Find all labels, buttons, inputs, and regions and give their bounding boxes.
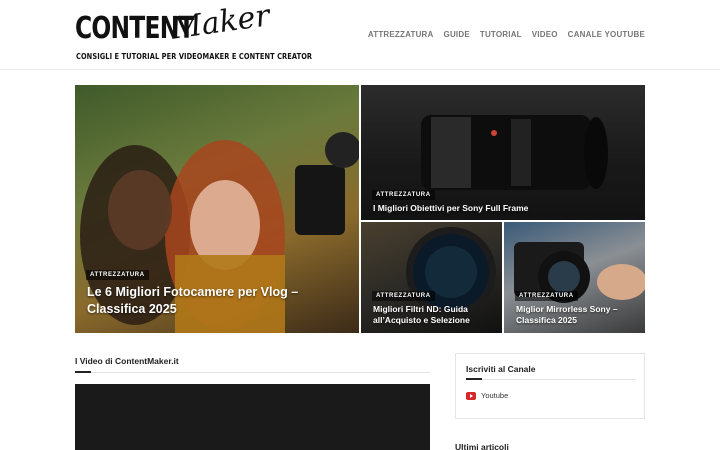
- site-header: CONTENT Maker CONSIGLI E TUTORIAL PER VI…: [0, 0, 720, 70]
- category-badge[interactable]: ATTREZZATURA: [515, 291, 578, 301]
- category-badge[interactable]: ATTREZZATURA: [372, 190, 435, 200]
- main-nav: ATTREZZATURA GUIDE TUTORIAL VIDEO CANALE…: [368, 30, 645, 39]
- nav-item-attrezzatura[interactable]: ATTREZZATURA: [368, 30, 434, 39]
- widget-title: Iscriviti al Canale: [466, 364, 536, 374]
- latest-articles-title: Ultimi articoli: [455, 442, 509, 450]
- logo-tagline: CONSIGLI E TUTORIAL PER VIDEOMAKER E CON…: [76, 52, 313, 61]
- category-badge[interactable]: ATTREZZATURA: [372, 291, 435, 301]
- youtube-link[interactable]: Youtube: [466, 391, 508, 400]
- site-logo[interactable]: CONTENT Maker CONSIGLI E TUTORIAL PER VI…: [75, 0, 312, 64]
- featured-post-sony-lenses[interactable]: ATTREZZATURA I Migliori Obiettivi per So…: [361, 85, 645, 220]
- post-title[interactable]: I Migliori Obiettivi per Sony Full Frame: [373, 203, 637, 214]
- category-badge[interactable]: ATTREZZATURA: [86, 270, 149, 280]
- nav-item-guide[interactable]: GUIDE: [444, 30, 470, 39]
- featured-post-nd-filters[interactable]: ATTREZZATURA Migliori Filtri ND: Guida a…: [361, 222, 502, 333]
- videos-section-title: I Video di ContentMaker.it: [75, 356, 179, 366]
- nav-item-tutorial[interactable]: TUTORIAL: [480, 30, 522, 39]
- youtube-icon: [466, 391, 476, 400]
- post-title[interactable]: Miglior Mirrorless Sony – Classifica 202…: [516, 304, 640, 327]
- subscribe-widget: Iscriviti al Canale Youtube: [455, 353, 645, 419]
- widget-divider: [466, 378, 636, 380]
- featured-post-vlog-cameras[interactable]: ATTREZZATURA Le 6 Migliori Fotocamere pe…: [75, 85, 359, 333]
- post-title[interactable]: Migliori Filtri ND: Guida all’Acquisto e…: [373, 304, 497, 327]
- logo-script: Maker: [168, 0, 272, 47]
- post-title[interactable]: Le 6 Migliori Fotocamere per Vlog – Clas…: [87, 284, 351, 318]
- video-embed[interactable]: [75, 384, 430, 450]
- section-divider: [75, 371, 430, 373]
- nav-item-video[interactable]: VIDEO: [532, 30, 558, 39]
- nav-item-canale-youtube[interactable]: CANALE YOUTUBE: [568, 30, 645, 39]
- youtube-link-label: Youtube: [481, 391, 509, 400]
- featured-post-sony-mirrorless[interactable]: ATTREZZATURA Miglior Mirrorless Sony – C…: [504, 222, 645, 333]
